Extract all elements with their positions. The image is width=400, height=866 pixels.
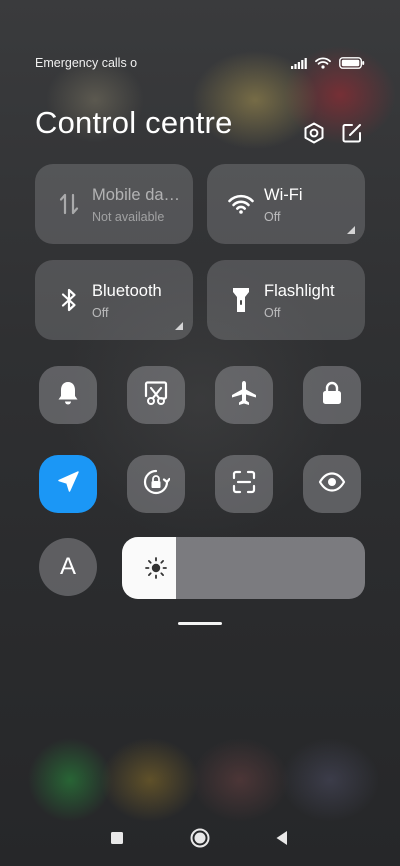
wifi-icon	[227, 190, 255, 218]
status-bar: Emergency calls o	[35, 56, 365, 72]
tile-status: Off	[92, 306, 109, 320]
toggle-silent[interactable]	[39, 366, 97, 424]
tile-flashlight[interactable]: Flashlight Off	[207, 260, 365, 340]
recents-icon[interactable]	[102, 824, 132, 852]
toggle-lock-screen[interactable]	[303, 366, 361, 424]
lock-icon	[320, 380, 344, 411]
status-icons	[291, 56, 365, 74]
page-title: Control centre	[35, 105, 233, 140]
tile-label: Mobile da…	[92, 186, 181, 204]
font-icon: A	[59, 553, 76, 580]
signal-icon	[291, 56, 307, 74]
rotation-lock-icon	[142, 468, 171, 501]
tile-status: Off	[264, 306, 281, 320]
carrier-text: Emergency calls o	[35, 56, 138, 70]
home-icon[interactable]	[185, 824, 215, 852]
toggle-scanner[interactable]	[215, 455, 273, 513]
screenshot-icon	[142, 379, 170, 412]
toggle-rotation-lock[interactable]	[127, 455, 185, 513]
tile-wifi[interactable]: Wi-Fi Off	[207, 164, 365, 244]
edit-icon[interactable]	[340, 121, 364, 145]
toggle-reading-mode[interactable]	[303, 455, 361, 513]
flashlight-icon	[227, 286, 255, 314]
battery-icon	[339, 56, 365, 74]
toggle-font-size[interactable]: A	[39, 538, 97, 596]
eye-icon	[318, 471, 346, 497]
bluetooth-icon	[55, 286, 83, 314]
toggle-location[interactable]	[39, 455, 97, 513]
airplane-icon	[230, 379, 258, 412]
wifi-status-icon	[315, 56, 331, 74]
tile-label: Flashlight	[264, 282, 335, 300]
scanner-icon	[231, 469, 257, 500]
tile-status: Off	[264, 210, 281, 224]
tile-mobile-data[interactable]: Mobile da… Not available	[35, 164, 193, 244]
navigation-bar	[0, 824, 400, 852]
tile-bluetooth[interactable]: Bluetooth Off	[35, 260, 193, 340]
location-icon	[56, 470, 80, 499]
expand-corner-icon[interactable]	[347, 226, 355, 234]
mobile-data-icon	[55, 190, 83, 218]
expand-corner-icon[interactable]	[175, 322, 183, 330]
tile-status: Not available	[92, 210, 165, 224]
brightness-slider[interactable]	[122, 537, 365, 599]
bell-icon	[56, 380, 80, 411]
settings-icon[interactable]	[302, 121, 326, 145]
toggle-airplane[interactable]	[215, 366, 273, 424]
back-icon[interactable]	[267, 824, 297, 852]
toggle-screenshot[interactable]	[127, 366, 185, 424]
tile-label: Bluetooth	[92, 282, 162, 300]
drag-handle[interactable]	[178, 622, 222, 625]
brightness-icon	[145, 557, 167, 579]
tile-label: Wi-Fi	[264, 186, 303, 204]
